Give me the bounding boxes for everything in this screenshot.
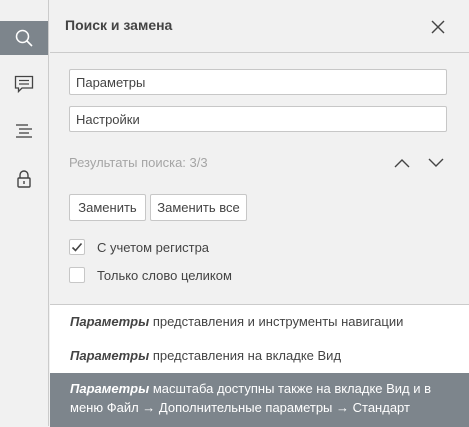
- search-replace-panel: Поиск и замена Результаты поиска: 3/3 За…: [50, 0, 469, 427]
- result-item[interactable]: Параметры представления на вкладке Вид: [50, 345, 469, 376]
- search-icon: [15, 29, 33, 47]
- next-result-button[interactable]: [426, 153, 446, 173]
- result-match-text: Параметры: [70, 348, 150, 363]
- find-input[interactable]: [69, 69, 447, 95]
- close-button[interactable]: [428, 17, 448, 37]
- checkmark-icon: [71, 242, 83, 252]
- sidebar-navigation-button[interactable]: [0, 114, 48, 148]
- previous-result-button[interactable]: [392, 153, 412, 173]
- match-case-checkbox[interactable]: [69, 239, 85, 255]
- whole-word-label: Только слово целиком: [97, 267, 232, 283]
- sidebar-comments-button[interactable]: [0, 67, 48, 101]
- whole-word-option[interactable]: Только слово целиком: [69, 265, 232, 285]
- replace-input[interactable]: [69, 106, 447, 132]
- navigation-icon: [16, 124, 32, 138]
- panel-header: Поиск и замена: [50, 0, 469, 53]
- lock-icon: [17, 170, 31, 188]
- left-sidebar: [0, 0, 49, 426]
- result-item[interactable]: Параметры представления и инструменты на…: [50, 311, 469, 342]
- close-icon: [431, 20, 445, 34]
- result-context-text: представления и инструменты навигации: [149, 314, 404, 329]
- result-context-text: представления на вкладке Вид: [149, 348, 342, 363]
- sidebar-protection-button[interactable]: [0, 162, 48, 196]
- chevron-up-icon: [394, 159, 410, 168]
- comment-icon: [14, 75, 34, 94]
- result-match-text: Параметры: [70, 381, 150, 396]
- panel-title: Поиск и замена: [65, 17, 173, 33]
- match-case-option[interactable]: С учетом регистра: [69, 237, 209, 257]
- result-item-selected[interactable]: Параметры масштаба доступны также на вкл…: [50, 373, 469, 427]
- chevron-down-icon: [428, 158, 444, 167]
- whole-word-checkbox[interactable]: [69, 267, 85, 283]
- replace-button[interactable]: Заменить: [69, 194, 146, 221]
- results-count: Результаты поиска: 3/3: [69, 155, 208, 170]
- search-results-list: Параметры представления и инструменты на…: [50, 304, 469, 427]
- replace-all-button[interactable]: Заменить все: [150, 194, 247, 221]
- result-match-text: Параметры: [70, 314, 150, 329]
- sidebar-search-button[interactable]: [0, 21, 48, 55]
- match-case-label: С учетом регистра: [97, 239, 210, 255]
